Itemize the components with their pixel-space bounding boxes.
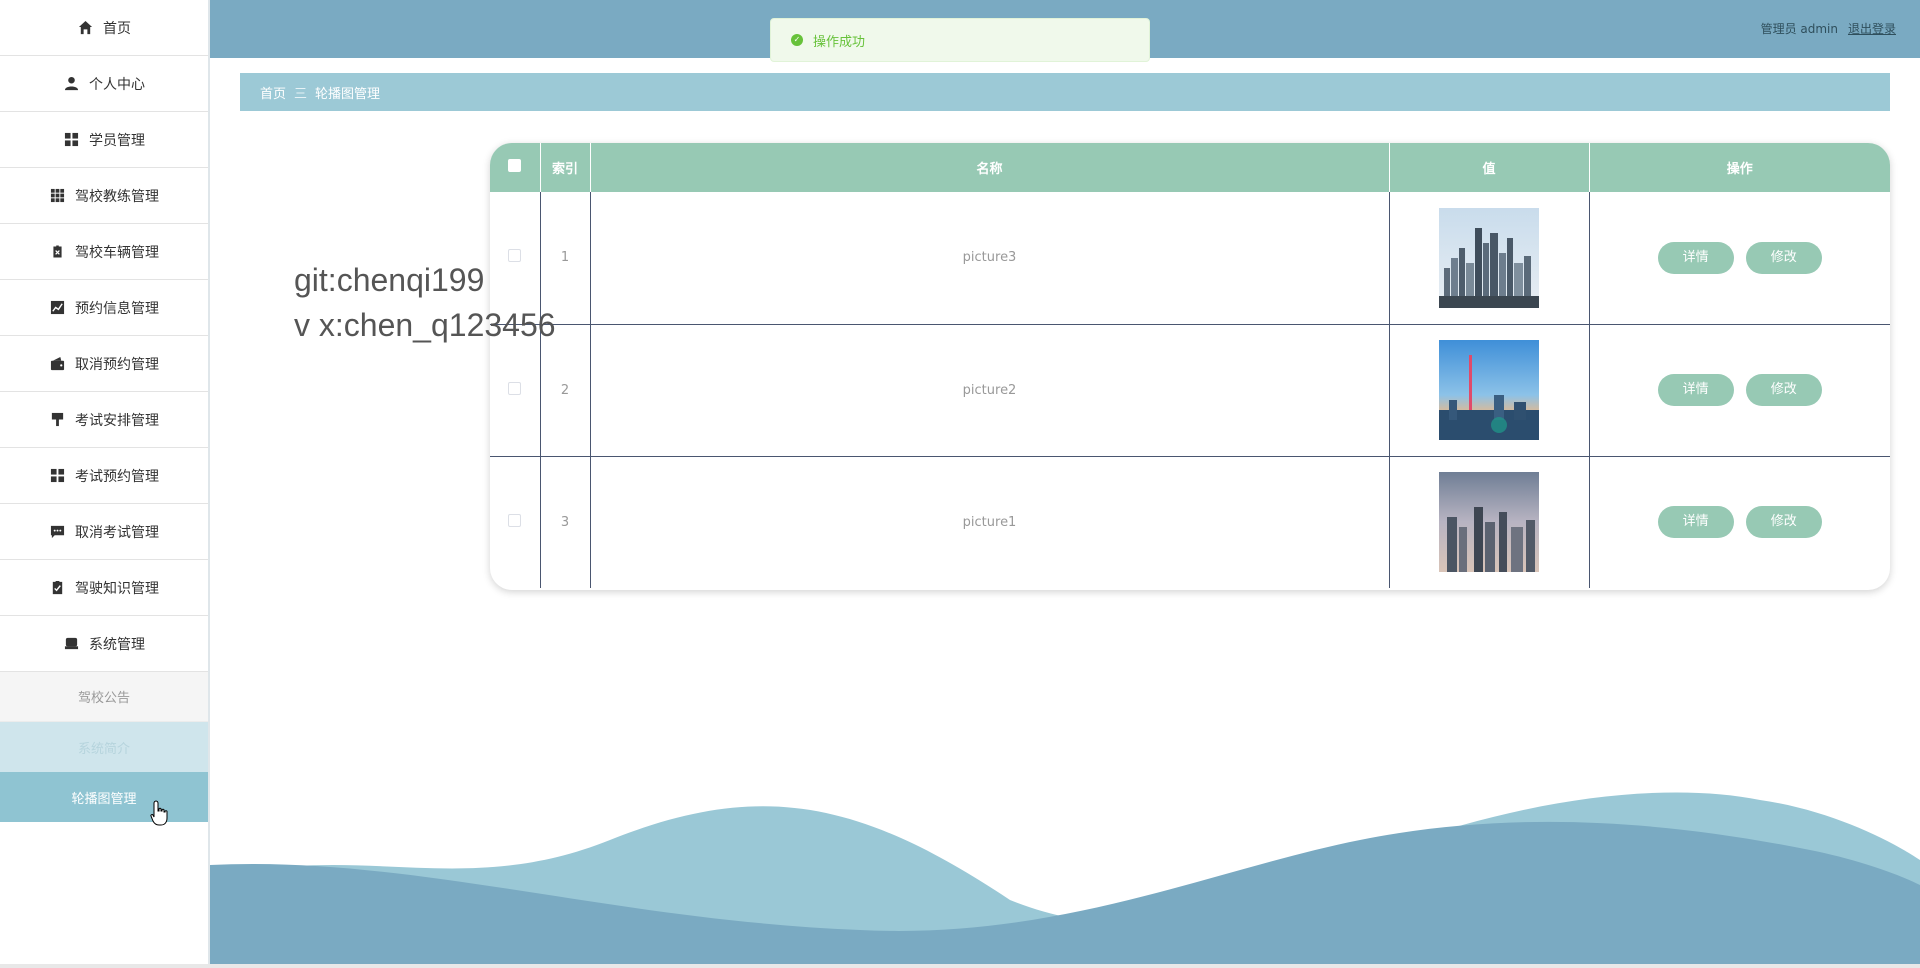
detail-button[interactable]: 详情 <box>1657 374 1734 406</box>
sidebar-item-system[interactable]: 系统管理 <box>0 616 208 672</box>
logout-link[interactable]: 退出登录 <box>1848 20 1896 37</box>
user-icon <box>63 76 79 92</box>
row-actions: 详情 修改 <box>1589 456 1890 588</box>
sidebar-item-knowledge[interactable]: 驾驶知识管理 <box>0 560 208 616</box>
grid-icon <box>49 468 65 484</box>
sidebar-item-profile[interactable]: 个人中心 <box>0 56 208 112</box>
column-header-actions: 操作 <box>1726 162 1753 177</box>
row-actions: 详情 修改 <box>1589 324 1890 456</box>
watermark-line-1: git:chenqi199 <box>294 262 485 298</box>
sidebar-item-label: 考试预约管理 <box>75 468 159 485</box>
detail-button[interactable]: 详情 <box>1657 506 1734 539</box>
brush-icon <box>49 412 65 428</box>
table-row: 1 picture3 详情 修改 <box>490 192 1890 324</box>
watermark-text: git:chenqi199 v x:chen_q123456 <box>294 258 556 348</box>
watermark-line-2: v x:chen_q123456 <box>294 307 556 343</box>
row-image-cell <box>1389 456 1590 588</box>
row-image-cell <box>1389 324 1590 456</box>
sidebar-item-label: 驾驶知识管理 <box>75 580 159 597</box>
home-icon <box>77 20 93 36</box>
sidebar-item-label: 取消预约管理 <box>75 356 159 373</box>
city-cloudy-thumbnail[interactable] <box>1439 472 1539 573</box>
column-header-name: 名称 <box>590 143 1390 192</box>
hand-cursor-icon <box>150 800 168 826</box>
city-skyline-thumbnail[interactable] <box>1439 207 1539 308</box>
select-all-checkbox[interactable] <box>508 159 522 172</box>
breadcrumb-separator: 三 <box>294 86 308 102</box>
sidebar-item-home[interactable]: 首页 <box>0 0 208 56</box>
sidebar-item-label: 学员管理 <box>89 132 145 149</box>
row-checkbox[interactable] <box>508 513 522 527</box>
check-circle-icon: ✓ <box>791 34 803 46</box>
header-user-area: 管理员 admin 退出登录 <box>1761 20 1896 37</box>
decorative-waves <box>210 792 1920 968</box>
sidebar: 首页 个人中心 学员管理 驾校教练管理 驾校车辆管理 预约信息管理 取消预约管理… <box>0 0 210 968</box>
sidebar-subitem-notice[interactable]: 驾校公告 <box>0 672 208 722</box>
row-name: picture2 <box>590 324 1390 456</box>
breadcrumb-current: 轮播图管理 <box>315 86 381 102</box>
sidebar-subitem-carousel[interactable]: 轮播图管理 <box>0 772 208 822</box>
row-name: picture3 <box>590 192 1390 324</box>
column-header-index: 索引 <box>540 143 591 192</box>
edit-button[interactable]: 修改 <box>1745 374 1822 406</box>
row-checkbox[interactable] <box>508 381 522 395</box>
toast-message: 操作成功 <box>813 34 866 50</box>
store-icon <box>63 636 79 652</box>
success-toast: ✓ 操作成功 <box>770 18 1150 62</box>
sidebar-item-label: 取消考试管理 <box>75 524 159 541</box>
sidebar-item-cancel-exams[interactable]: 取消考试管理 <box>0 504 208 560</box>
clipboard-x-icon <box>49 244 65 260</box>
row-name: picture1 <box>590 456 1390 588</box>
table-header-row: 索引 名称 值 操作 <box>490 143 1890 192</box>
sidebar-item-vehicles[interactable]: 驾校车辆管理 <box>0 224 208 280</box>
sidebar-item-exam-schedule[interactable]: 考试安排管理 <box>0 392 208 448</box>
table-row: 3 picture1 详情 修改 <box>490 456 1890 588</box>
grid-icon <box>63 132 79 148</box>
sidebar-item-label: 个人中心 <box>89 76 145 93</box>
breadcrumb: 首页 三 轮播图管理 <box>240 73 1890 111</box>
row-actions: 详情 修改 <box>1589 192 1890 324</box>
sidebar-subitem-intro[interactable]: 系统简介 <box>0 722 208 772</box>
column-header-value: 值 <box>1389 143 1590 192</box>
sidebar-item-label: 预约信息管理 <box>75 300 159 317</box>
message-icon <box>49 524 65 540</box>
sidebar-item-label: 系统管理 <box>89 636 145 653</box>
sidebar-item-label: 考试安排管理 <box>75 412 159 429</box>
clipboard-check-icon <box>49 580 65 596</box>
sidebar-item-reservations[interactable]: 预约信息管理 <box>0 280 208 336</box>
select-all-cell <box>490 143 541 192</box>
sidebar-item-cancel-reservations[interactable]: 取消预约管理 <box>0 336 208 392</box>
sidebar-item-exam-reservations[interactable]: 考试预约管理 <box>0 448 208 504</box>
bottom-bar <box>0 964 1920 968</box>
edit-button[interactable]: 修改 <box>1745 241 1822 274</box>
city-dusk-thumbnail[interactable] <box>1439 340 1539 440</box>
wallet-icon <box>49 356 65 372</box>
apps-icon <box>49 188 65 204</box>
edit-button[interactable]: 修改 <box>1745 506 1822 539</box>
sidebar-item-coaches[interactable]: 驾校教练管理 <box>0 168 208 224</box>
sidebar-item-label: 首页 <box>103 20 131 37</box>
sidebar-item-label: 驾校车辆管理 <box>75 244 159 261</box>
row-index: 3 <box>540 456 591 588</box>
chart-icon <box>49 300 65 316</box>
row-image-cell <box>1389 192 1590 324</box>
sidebar-item-label: 驾校教练管理 <box>75 188 159 205</box>
carousel-table: 索引 名称 值 操作 1 picture3 详情 修改 2 picture2 详… <box>490 143 1890 590</box>
sidebar-item-students[interactable]: 学员管理 <box>0 112 208 168</box>
table-row: 2 picture2 详情 修改 <box>490 324 1890 456</box>
breadcrumb-home[interactable]: 首页 <box>260 83 286 102</box>
detail-button[interactable]: 详情 <box>1657 241 1734 274</box>
user-label: 管理员 admin <box>1760 22 1838 36</box>
